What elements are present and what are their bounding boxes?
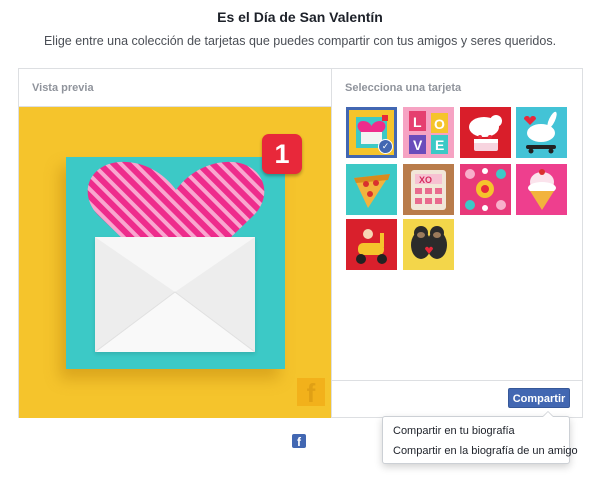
selector-header: Selecciona una tarjeta <box>332 69 582 107</box>
card-thumbnail-cat-cake[interactable] <box>460 107 511 158</box>
share-button[interactable]: Compartir <box>508 388 570 408</box>
card-thumbnail-gorillas[interactable] <box>403 219 454 270</box>
card-thumbnail-love-letters[interactable]: L O V E <box>403 107 454 158</box>
card-thumbnail-scooter[interactable] <box>346 219 397 270</box>
svg-text:O: O <box>434 116 445 132</box>
preview-header: Vista previa <box>19 69 332 107</box>
card-thumbnail-xo-calculator[interactable]: XO <box>403 164 454 215</box>
card-composer-panel: Vista previa Selecciona una tarjeta 1 f … <box>18 68 583 418</box>
page-subtitle: Elige entre una colección de tarjetas qu… <box>43 34 557 48</box>
svg-text:L: L <box>413 114 422 130</box>
card-preview: 1 f <box>19 107 332 418</box>
envelope-illustration <box>94 237 256 353</box>
card-thumbnail-envelope-heart[interactable]: ✓ <box>346 107 397 158</box>
preview-label: Vista previa <box>32 82 94 94</box>
selector-label: Selecciona una tarjeta <box>345 82 462 94</box>
dropdown-caret-fill <box>543 412 553 417</box>
menu-item-share-timeline[interactable]: Compartir en tu biografía <box>393 425 515 437</box>
card-thumbnail-floral-pattern[interactable] <box>460 164 511 215</box>
svg-text:E: E <box>435 137 444 153</box>
card-thumbnail-ice-cream[interactable] <box>516 164 567 215</box>
svg-text:XO: XO <box>419 175 432 185</box>
footer-divider <box>332 380 583 381</box>
menu-item-share-friend-timeline[interactable]: Compartir en la biografía de un amigo <box>393 445 578 457</box>
check-icon: ✓ <box>378 139 393 154</box>
notification-badge: 1 <box>262 134 302 174</box>
facebook-icon: f <box>297 378 325 408</box>
card-thumbnail-pizza-hearts[interactable] <box>346 164 397 215</box>
share-dropdown-menu: Compartir en tu biografía Compartir en l… <box>382 416 578 464</box>
card-thumbnail-bunny-skateboard[interactable] <box>516 107 567 158</box>
preview-card-background <box>66 157 285 369</box>
svg-text:V: V <box>413 137 423 153</box>
facebook-icon: f <box>292 434 306 448</box>
page-title: Es el Día de San Valentín <box>217 9 383 25</box>
